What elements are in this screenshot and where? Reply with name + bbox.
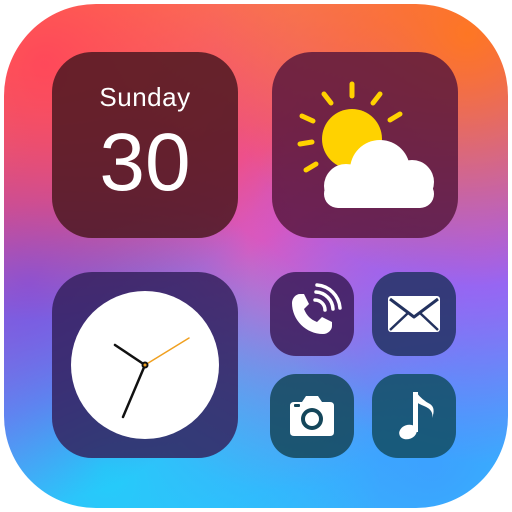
calendar-day-number: 30 <box>99 117 191 208</box>
music-note-icon <box>399 392 434 440</box>
app-icon-background[interactable]: Sunday 30 <box>4 4 508 508</box>
analog-clock-icon <box>113 337 190 419</box>
calendar-day-name: Sunday <box>99 82 191 112</box>
sun-behind-cloud-icon <box>297 81 434 208</box>
weather-widget[interactable] <box>272 52 458 238</box>
calendar-widget[interactable]: Sunday 30 <box>52 52 238 238</box>
camera-icon <box>290 396 334 436</box>
clock-face <box>71 291 219 439</box>
phone-call-icon <box>292 283 342 334</box>
phone-app-button[interactable] <box>270 272 354 356</box>
mail-app-button[interactable] <box>372 272 456 356</box>
mail-envelope-icon <box>388 296 440 332</box>
music-app-button[interactable] <box>372 374 456 458</box>
camera-app-button[interactable] <box>270 374 354 458</box>
clock-widget[interactable] <box>52 272 238 458</box>
